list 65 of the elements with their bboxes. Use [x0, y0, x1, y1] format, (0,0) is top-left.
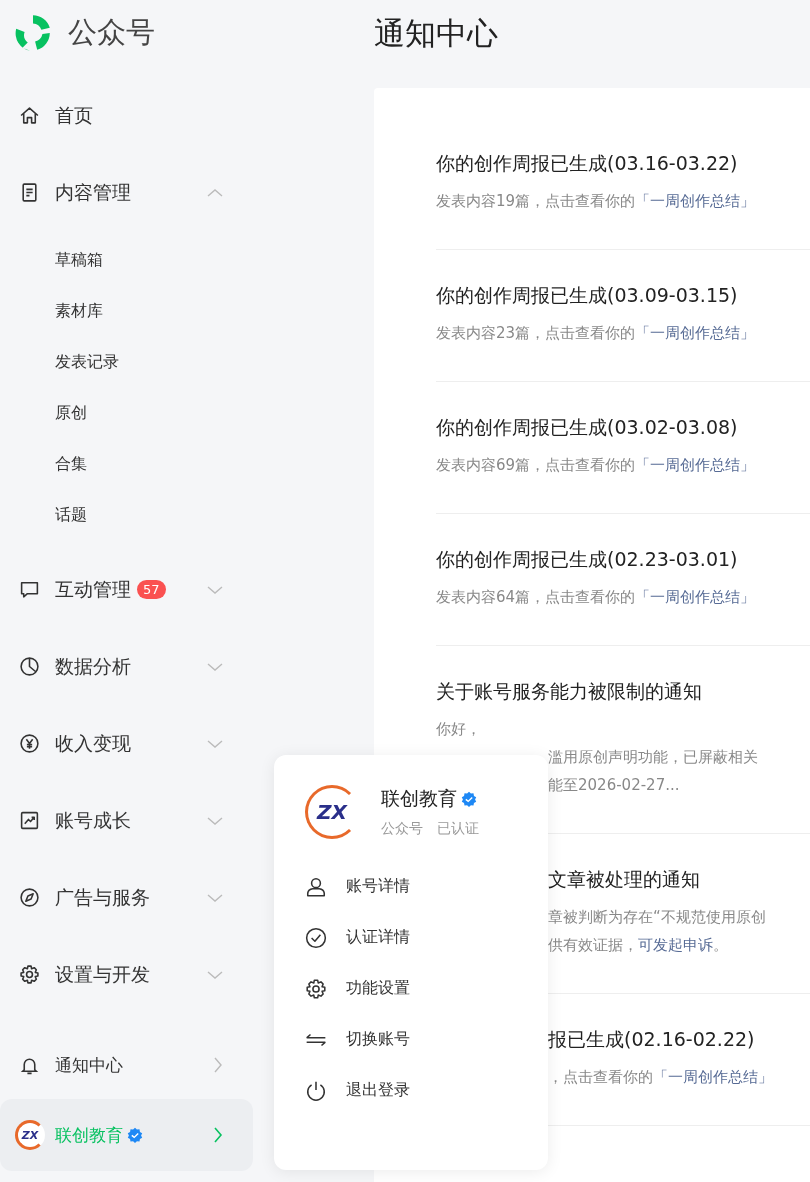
pie-chart-icon [19, 656, 40, 677]
brand-name: 公众号 [68, 14, 155, 51]
nav-subitem[interactable]: 话题 [0, 490, 87, 541]
account-name: 联创教育 [381, 786, 457, 811]
nav-item[interactable]: 设置与开发 [0, 936, 253, 1013]
nav-subitem[interactable]: 素材库 [0, 286, 103, 337]
nav-item[interactable]: 账号成长 [0, 782, 253, 859]
nav-item[interactable]: 内容管理 [0, 154, 253, 231]
notice-text: ，点击查看你的「一周创作总结」 [548, 1067, 773, 1088]
nav-item[interactable]: 广告与服务 [0, 859, 253, 936]
chevron-right-icon [213, 1057, 223, 1073]
notice-text: 能至2026-02-27... [548, 775, 680, 796]
notice-link[interactable]: 「一周创作总结」 [635, 456, 756, 474]
notice-title[interactable]: 你的创作周报已生成(03.02-03.08) [436, 413, 738, 441]
notice-title[interactable]: 你的创作周报已生成(02.23-03.01) [436, 545, 738, 573]
notice-title[interactable]: 你的创作周报已生成(03.09-03.15) [436, 281, 738, 309]
notice-text: 发表内容64篇，点击查看你的「一周创作总结」 [436, 587, 756, 608]
menu-item[interactable]: 功能设置 [305, 963, 410, 1014]
settings-icon [305, 977, 327, 1000]
notice-link[interactable]: 可发起申诉 [638, 936, 713, 954]
notice-link[interactable]: 「一周创作总结」 [635, 192, 756, 210]
yen-icon [19, 733, 40, 754]
menu-item[interactable]: 退出登录 [305, 1065, 410, 1116]
check-circle-icon [305, 926, 327, 949]
account-logo: ZX [15, 1120, 45, 1150]
menu-item[interactable]: 账号详情 [305, 861, 410, 912]
nav-item[interactable]: 首页 [0, 77, 253, 154]
account-type: 公众号 [381, 820, 423, 838]
nav-item[interactable]: 通知中心 [0, 1031, 253, 1099]
nav-subitem[interactable]: 合集 [0, 439, 87, 490]
verification-status: 已认证 [437, 820, 479, 838]
notice-link[interactable]: 「一周创作总结」 [635, 324, 756, 342]
notice-text: 你好， [436, 719, 481, 740]
page-title: 通知中心 [374, 14, 499, 53]
settings-icon [19, 964, 40, 985]
power-icon [305, 1079, 327, 1102]
menu-item[interactable]: 切换账号 [305, 1014, 410, 1065]
nav-item[interactable]: 收入变现 [0, 705, 253, 782]
trend-chart-icon [19, 810, 40, 831]
notice-title[interactable]: 你的创作周报已生成(03.16-03.22) [436, 149, 738, 177]
nav-item[interactable]: 数据分析 [0, 628, 253, 705]
notice-title[interactable]: 关于账号服务能力被限制的通知 [436, 677, 702, 705]
nav-subitem[interactable]: 原创 [0, 388, 87, 439]
notice-link[interactable]: 「一周创作总结」 [635, 588, 756, 606]
chevron-right-icon [213, 1127, 223, 1143]
notice-text: 发表内容23篇，点击查看你的「一周创作总结」 [436, 323, 756, 344]
notice-title[interactable]: 文章被处理的通知 [548, 865, 700, 893]
nav-subitem[interactable]: 发表记录 [0, 337, 119, 388]
nav-subitem[interactable]: 草稿箱 [0, 235, 103, 286]
notice-text: 发表内容69篇，点击查看你的「一周创作总结」 [436, 455, 756, 476]
notice-text: 供有效证据，可发起申诉。 [548, 935, 728, 956]
document-icon [19, 182, 40, 203]
notice-text: 章被判断为存在“不规范使用原创 [548, 907, 766, 928]
notice-text: 发表内容19篇，点击查看你的「一周创作总结」 [436, 191, 756, 212]
nav-item[interactable]: 互动管理 57 [0, 551, 253, 628]
compass-icon [19, 887, 40, 908]
notice-link[interactable]: 「一周创作总结」 [653, 1068, 773, 1086]
chat-bubble-icon [19, 579, 40, 600]
unread-count: 57 [137, 580, 166, 599]
home-icon [19, 105, 40, 126]
user-icon [305, 875, 327, 898]
menu-item[interactable]: 认证详情 [305, 912, 410, 963]
notice-title[interactable]: 报已生成(02.16-02.22) [548, 1025, 755, 1053]
notice-text: 滥用原创声明功能，已屏蔽相关 [548, 747, 758, 768]
account-item[interactable]: ZX 联创教育 [0, 1099, 253, 1171]
